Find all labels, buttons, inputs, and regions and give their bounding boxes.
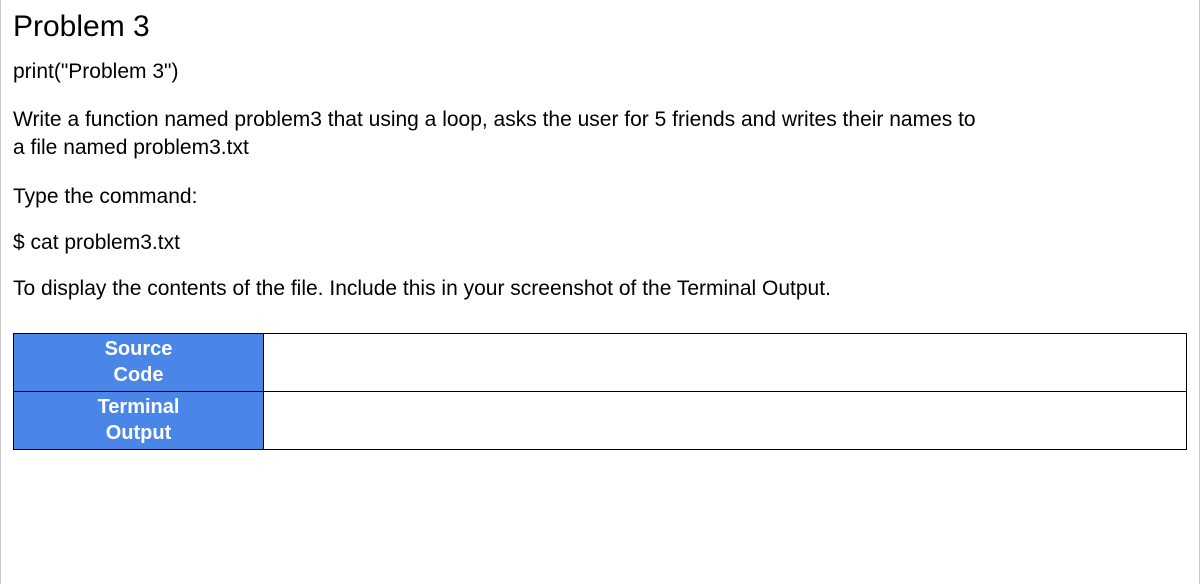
terminal-output-label-line2: Output xyxy=(14,420,263,446)
table-row: Source Code xyxy=(14,333,1187,391)
type-command-label: Type the command: xyxy=(13,185,1187,209)
terminal-output-content-cell[interactable] xyxy=(264,391,1187,449)
source-code-label-cell: Source Code xyxy=(14,333,264,391)
command-text: $ cat problem3.txt xyxy=(13,231,1187,255)
problem-description: Write a function named problem3 that usi… xyxy=(13,106,993,163)
source-code-content-cell[interactable] xyxy=(264,333,1187,391)
source-code-label-line2: Code xyxy=(14,362,263,388)
display-note: To display the contents of the file. Inc… xyxy=(13,277,1187,301)
terminal-output-label-line1: Terminal xyxy=(14,394,263,420)
table-row: Terminal Output xyxy=(14,391,1187,449)
answer-table: Source Code Terminal Output xyxy=(13,333,1187,450)
source-code-label-line1: Source xyxy=(14,336,263,362)
page-container: Problem 3 print("Problem 3") Write a fun… xyxy=(0,0,1200,584)
print-statement: print("Problem 3") xyxy=(13,60,1187,84)
problem-title: Problem 3 xyxy=(13,10,1187,44)
terminal-output-label-cell: Terminal Output xyxy=(14,391,264,449)
